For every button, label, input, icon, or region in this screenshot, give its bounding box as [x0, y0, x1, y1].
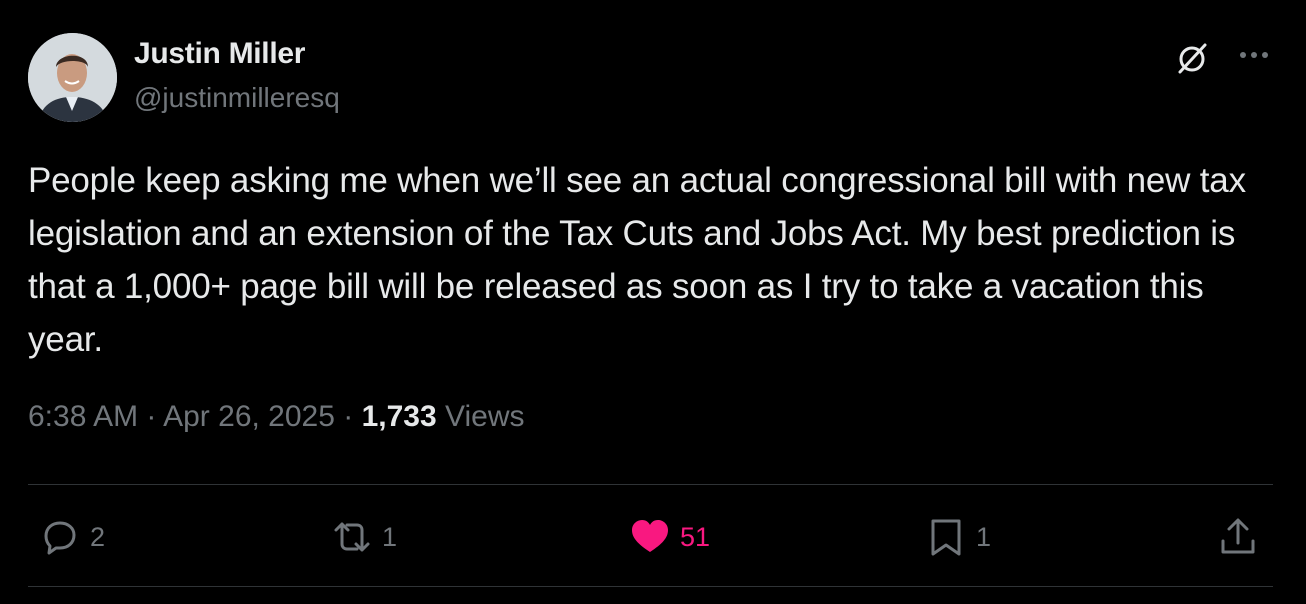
like-count: 51 — [680, 521, 711, 552]
avatar-image — [28, 33, 117, 122]
bookmark-icon — [931, 519, 961, 556]
meta-separator: · — [146, 400, 157, 433]
tweet-meta: 6:38 AM · Apr 26, 2025 · 1,733 Views — [28, 400, 525, 434]
grok-icon[interactable] — [1172, 38, 1212, 78]
reply-button[interactable]: 2 — [38, 514, 105, 560]
like-button[interactable]: 51 — [628, 514, 710, 560]
heart-filled-icon — [632, 520, 668, 552]
reply-icon — [44, 521, 76, 555]
author-handle[interactable]: @justinmilleresq — [134, 82, 340, 114]
share-icon — [1221, 518, 1255, 554]
avatar[interactable] — [28, 33, 117, 122]
repost-icon — [334, 522, 370, 552]
views-label: Views — [445, 400, 525, 433]
repost-count: 1 — [382, 521, 398, 552]
author-name[interactable]: Justin Miller — [134, 37, 305, 71]
tweet-text: People keep asking me when we’ll see an … — [28, 161, 1246, 359]
tweet-time[interactable]: 6:38 AM — [28, 400, 138, 433]
tweet-card: Justin Miller @justinmilleresq People ke… — [0, 0, 1306, 604]
meta-separator: · — [343, 400, 354, 433]
reply-count: 2 — [90, 521, 106, 552]
repost-button[interactable]: 1 — [330, 514, 397, 560]
tweet-date[interactable]: Apr 26, 2025 — [163, 400, 335, 433]
views-count: 1,733 — [361, 400, 437, 433]
bookmark-count: 1 — [976, 521, 992, 552]
divider — [28, 586, 1273, 587]
bookmark-button[interactable]: 1 — [924, 514, 991, 560]
more-icon[interactable] — [1234, 40, 1274, 70]
share-button[interactable] — [1216, 514, 1260, 560]
divider — [28, 484, 1273, 485]
